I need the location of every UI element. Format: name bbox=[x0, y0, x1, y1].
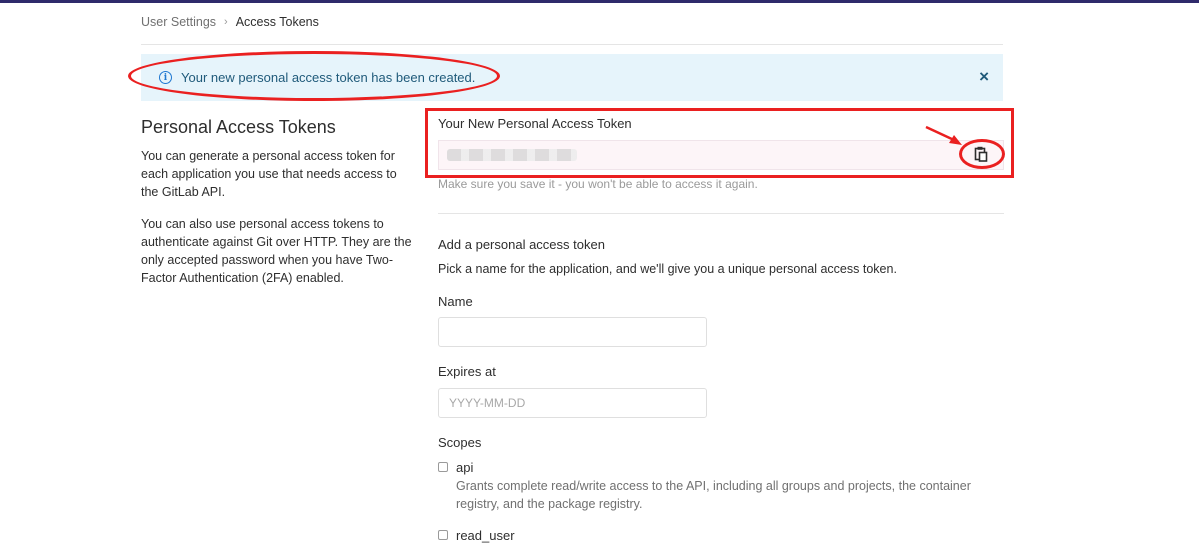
clipboard-icon[interactable] bbox=[974, 146, 988, 162]
breadcrumb: User Settings › Access Tokens bbox=[141, 15, 319, 29]
info-icon: i bbox=[159, 71, 172, 84]
add-token-description: Pick a name for the application, and we'… bbox=[438, 262, 897, 276]
top-navbar-edge bbox=[0, 0, 1199, 3]
section-divider bbox=[438, 213, 1004, 214]
close-icon[interactable]: × bbox=[979, 68, 989, 86]
flash-notice: i Your new personal access token has bee… bbox=[141, 54, 1003, 101]
scope-api-description: Grants complete read/write access to the… bbox=[456, 479, 971, 511]
expires-at-input[interactable] bbox=[438, 388, 707, 418]
expires-at-label: Expires at bbox=[438, 364, 496, 379]
page: User Settings › Access Tokens i Your new… bbox=[0, 0, 1199, 543]
annotation-rectangle bbox=[425, 108, 1014, 178]
scope-api-label[interactable]: api bbox=[456, 460, 473, 475]
add-token-heading: Add a personal access token bbox=[438, 237, 605, 252]
breadcrumb-separator-icon: › bbox=[224, 16, 228, 28]
scope-read-user-label[interactable]: read_user bbox=[456, 528, 515, 543]
breadcrumb-divider bbox=[141, 44, 1003, 45]
scopes-label: Scopes bbox=[438, 435, 482, 450]
scope-api-checkbox[interactable] bbox=[438, 462, 448, 472]
breadcrumb-user-settings[interactable]: User Settings bbox=[141, 15, 216, 29]
new-token-help-text: Make sure you save it - you won't be abl… bbox=[438, 177, 758, 191]
settings-sidebar-description: Personal Access Tokens You can generate … bbox=[141, 117, 416, 287]
flash-message: Your new personal access token has been … bbox=[181, 70, 476, 85]
breadcrumb-access-tokens[interactable]: Access Tokens bbox=[236, 15, 319, 29]
description-paragraph-2: You can also use personal access tokens … bbox=[141, 217, 412, 285]
page-title: Personal Access Tokens bbox=[141, 117, 336, 137]
name-label: Name bbox=[438, 294, 473, 309]
scope-read-user-checkbox[interactable] bbox=[438, 530, 448, 540]
name-input[interactable] bbox=[438, 317, 707, 347]
description-paragraph-1: You can generate a personal access token… bbox=[141, 149, 397, 199]
